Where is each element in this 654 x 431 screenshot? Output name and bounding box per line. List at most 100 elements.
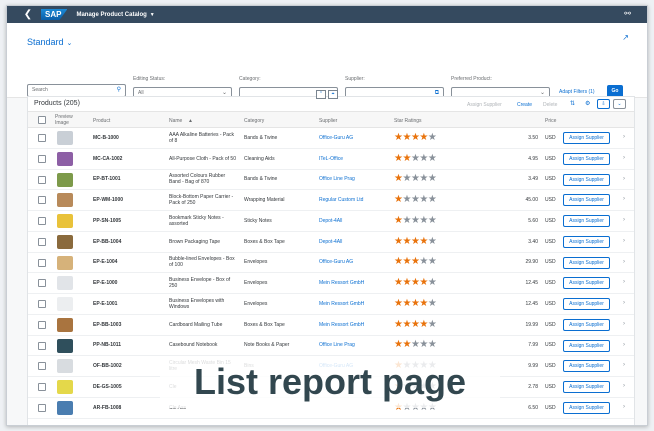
column-header-name[interactable]: Name: [169, 118, 182, 124]
assign-supplier-toolbar-button[interactable]: Assign Supplier: [467, 102, 502, 108]
row-checkbox[interactable]: [38, 175, 46, 184]
supplier-link[interactable]: Mein Ressort GmbH: [319, 322, 364, 328]
row-navigation-icon[interactable]: ›: [623, 155, 625, 161]
row-checkbox[interactable]: [38, 362, 46, 371]
supplier-link[interactable]: Depot-4All: [319, 218, 342, 224]
create-button[interactable]: Create: [517, 102, 532, 108]
export-icon[interactable]: ⇩: [597, 99, 610, 109]
product-category: Bands & Twine: [244, 176, 278, 183]
row-navigation-icon[interactable]: ›: [623, 404, 625, 410]
supplier-link[interactable]: ITeL-Office: [319, 156, 343, 162]
sort-icon[interactable]: ⇅: [570, 100, 575, 107]
row-navigation-icon[interactable]: ›: [623, 321, 625, 327]
supplier-link[interactable]: Office-Guru AG: [319, 259, 353, 265]
assign-supplier-button[interactable]: Assign Supplier: [563, 339, 610, 352]
supplier-link[interactable]: Regular Custom Ltd: [319, 197, 363, 203]
chevron-down-icon[interactable]: ▼: [150, 12, 155, 18]
row-checkbox[interactable]: [38, 300, 46, 308]
sap-logo[interactable]: SAP: [41, 9, 68, 20]
table-row[interactable]: EP-WM-1000 Block-Bottom Paper Carrier - P…: [28, 190, 634, 211]
assign-supplier-button[interactable]: Assign Supplier: [563, 298, 610, 310]
assign-supplier-button[interactable]: Assign Supplier: [563, 194, 610, 207]
column-header-supplier[interactable]: Supplier: [319, 118, 337, 124]
column-header-preview-image[interactable]: Preview Image: [55, 114, 83, 126]
search-placeholder: Search: [32, 87, 48, 93]
row-checkbox[interactable]: [38, 383, 46, 391]
assign-supplier-button[interactable]: Assign Supplier: [563, 277, 610, 290]
supplier-link[interactable]: Office Line Prag: [319, 176, 355, 182]
assign-supplier-button[interactable]: Assign Supplier: [563, 235, 610, 248]
row-navigation-icon[interactable]: ›: [623, 217, 625, 223]
row-checkbox[interactable]: [38, 279, 46, 288]
row-navigation-icon[interactable]: ›: [623, 196, 625, 202]
supplier-link[interactable]: Mein Ressort GmbH: [319, 301, 364, 307]
settings-icon[interactable]: ⚙: [585, 100, 590, 107]
price-currency: USD: [545, 176, 556, 183]
column-header-row: Preview Image Product Name ▲ Category Su…: [28, 112, 634, 128]
row-navigation-icon[interactable]: ›: [623, 259, 625, 265]
row-checkbox[interactable]: [38, 258, 46, 267]
row-checkbox[interactable]: [38, 403, 46, 412]
table-row[interactable]: EP-E-1000 Business Envelope - Box of 250 E…: [28, 273, 634, 294]
star-empty-icon: ★: [419, 194, 428, 206]
select-all-checkbox[interactable]: [38, 116, 46, 124]
share-icon[interactable]: ↗: [622, 33, 629, 42]
assign-supplier-button[interactable]: Assign Supplier: [563, 173, 610, 186]
star-rating: ★★★★★: [394, 132, 437, 143]
table-row[interactable]: EP-E-1004 Bubble-lined Envelopes - Box of…: [28, 253, 634, 274]
column-header-product[interactable]: Product: [93, 118, 110, 124]
assign-supplier-button[interactable]: Assign Supplier: [563, 318, 610, 331]
supplier-link[interactable]: Mein Ressort GmbH: [319, 280, 364, 286]
column-header-price[interactable]: Price: [545, 118, 556, 124]
row-navigation-icon[interactable]: ›: [623, 134, 625, 140]
row-navigation-icon[interactable]: ›: [623, 383, 625, 389]
row-navigation-icon[interactable]: ›: [623, 176, 625, 182]
row-checkbox[interactable]: [38, 320, 46, 329]
assign-supplier-button[interactable]: Assign Supplier: [563, 360, 610, 373]
product-name: Bubble-lined Envelopes - Box of 100: [169, 256, 235, 269]
product-name: Casebound Notebook: [169, 342, 218, 349]
assign-supplier-button[interactable]: Assign Supplier: [563, 215, 610, 227]
assign-supplier-button[interactable]: Assign Supplier: [563, 132, 610, 144]
app-title[interactable]: Manage Product Catalog: [76, 12, 146, 18]
column-header-star-ratings[interactable]: Star Ratings: [394, 118, 422, 124]
delete-button[interactable]: Delete: [543, 102, 557, 108]
table-row[interactable]: PP-SN-1005 Bookmark Sticky Notes - assort…: [28, 211, 634, 232]
table-row[interactable]: EP-BB-1003 Cardboard Mailing Tube Boxes & …: [28, 315, 634, 336]
supplier-link[interactable]: Office Line Prag: [319, 342, 355, 348]
row-navigation-icon[interactable]: ›: [623, 362, 625, 368]
row-checkbox[interactable]: [38, 237, 46, 246]
table-row[interactable]: MC-CA-1002 All-Purpose Cloth - Pack of 50…: [28, 149, 634, 170]
back-icon[interactable]: ❮: [19, 9, 37, 20]
row-checkbox[interactable]: [38, 341, 46, 350]
row-checkbox[interactable]: [38, 196, 46, 205]
supplier-link[interactable]: Office-Guru AG: [319, 135, 353, 141]
product-id: EP-E-1004: [93, 259, 118, 266]
adapt-filters-link[interactable]: Adapt Filters (1): [559, 89, 595, 95]
row-checkbox[interactable]: [38, 154, 46, 163]
table-row[interactable]: PP-NB-1011 Casebound Notebook Note Books &…: [28, 336, 634, 357]
variant-selector[interactable]: Standard ⌄: [27, 37, 72, 47]
table-row[interactable]: EP-BB-1004 Brown Packaging Tape Boxes & Bo…: [28, 232, 634, 253]
assign-supplier-button[interactable]: Assign Supplier: [563, 401, 610, 414]
table-row[interactable]: EP-BT-1001 Assorted Colours Rubber Band -…: [28, 170, 634, 191]
pin-header-icon[interactable]: ⌖: [328, 90, 338, 99]
search-icon[interactable]: ⚲: [117, 85, 121, 96]
row-navigation-icon[interactable]: ›: [623, 279, 625, 285]
table-row[interactable]: MC-B-1000 AAA Alkaline Batteries - Pack o…: [28, 128, 634, 149]
row-navigation-icon[interactable]: ›: [623, 300, 625, 306]
column-header-category[interactable]: Category: [244, 118, 264, 124]
assign-supplier-button[interactable]: Assign Supplier: [563, 152, 610, 165]
table-row[interactable]: EP-E-1001 Business Envelopes with Windows…: [28, 294, 634, 315]
row-checkbox[interactable]: [38, 217, 46, 225]
assign-supplier-button[interactable]: Assign Supplier: [563, 381, 610, 393]
product-id: EP-WM-1000: [93, 197, 124, 204]
row-navigation-icon[interactable]: ›: [623, 342, 625, 348]
user-icon[interactable]: ⚯: [624, 9, 631, 18]
collapse-header-icon[interactable]: ⌃: [316, 90, 326, 99]
assign-supplier-button[interactable]: Assign Supplier: [563, 256, 610, 269]
supplier-link[interactable]: Depot-4All: [319, 239, 342, 245]
row-navigation-icon[interactable]: ›: [623, 238, 625, 244]
export-dropdown-icon[interactable]: ⌄: [613, 99, 626, 109]
row-checkbox[interactable]: [38, 134, 46, 142]
